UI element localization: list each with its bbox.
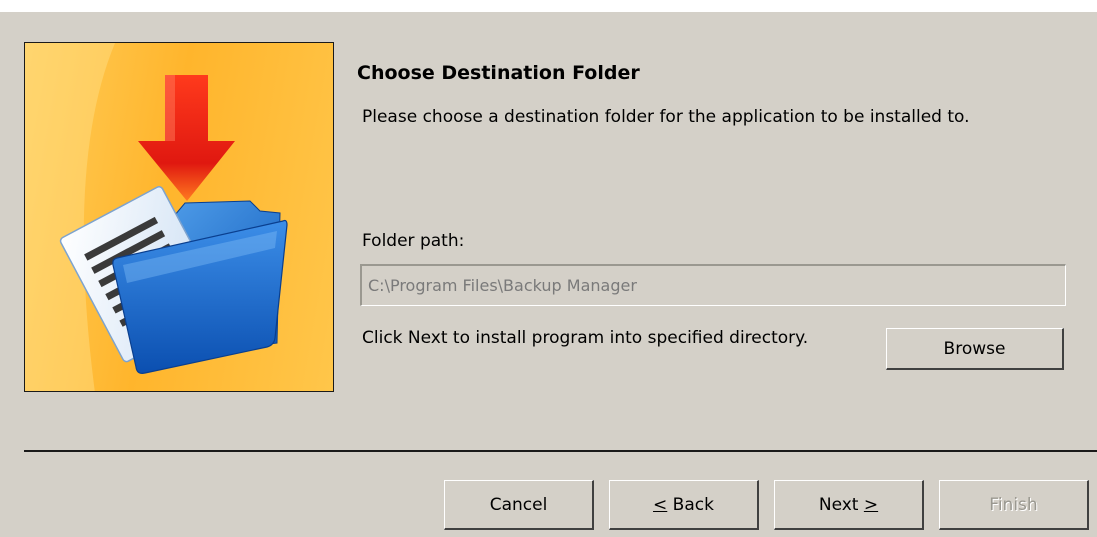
back-mnemonic: < xyxy=(653,494,668,515)
page-title: Choose Destination Folder xyxy=(357,62,640,84)
folder-path-label: Folder path: xyxy=(362,231,465,251)
back-button[interactable]: < Back xyxy=(609,480,759,530)
download-folder-icon xyxy=(25,43,288,391)
next-mnemonic: > xyxy=(863,494,879,515)
folder-path-input[interactable] xyxy=(360,264,1066,306)
page-description: Please choose a destination folder for t… xyxy=(362,107,970,127)
cancel-button[interactable]: Cancel xyxy=(444,480,594,530)
browse-button[interactable]: Browse xyxy=(886,328,1064,370)
finish-button[interactable]: Finish xyxy=(939,480,1089,530)
footer-divider xyxy=(24,450,1097,452)
install-hint: Click Next to install program into speci… xyxy=(362,328,809,348)
window-top-strip xyxy=(0,0,1097,12)
wizard-banner xyxy=(24,42,334,392)
next-label: Next xyxy=(818,494,864,515)
back-label: Back xyxy=(667,494,714,515)
next-button[interactable]: Next > xyxy=(774,480,924,530)
